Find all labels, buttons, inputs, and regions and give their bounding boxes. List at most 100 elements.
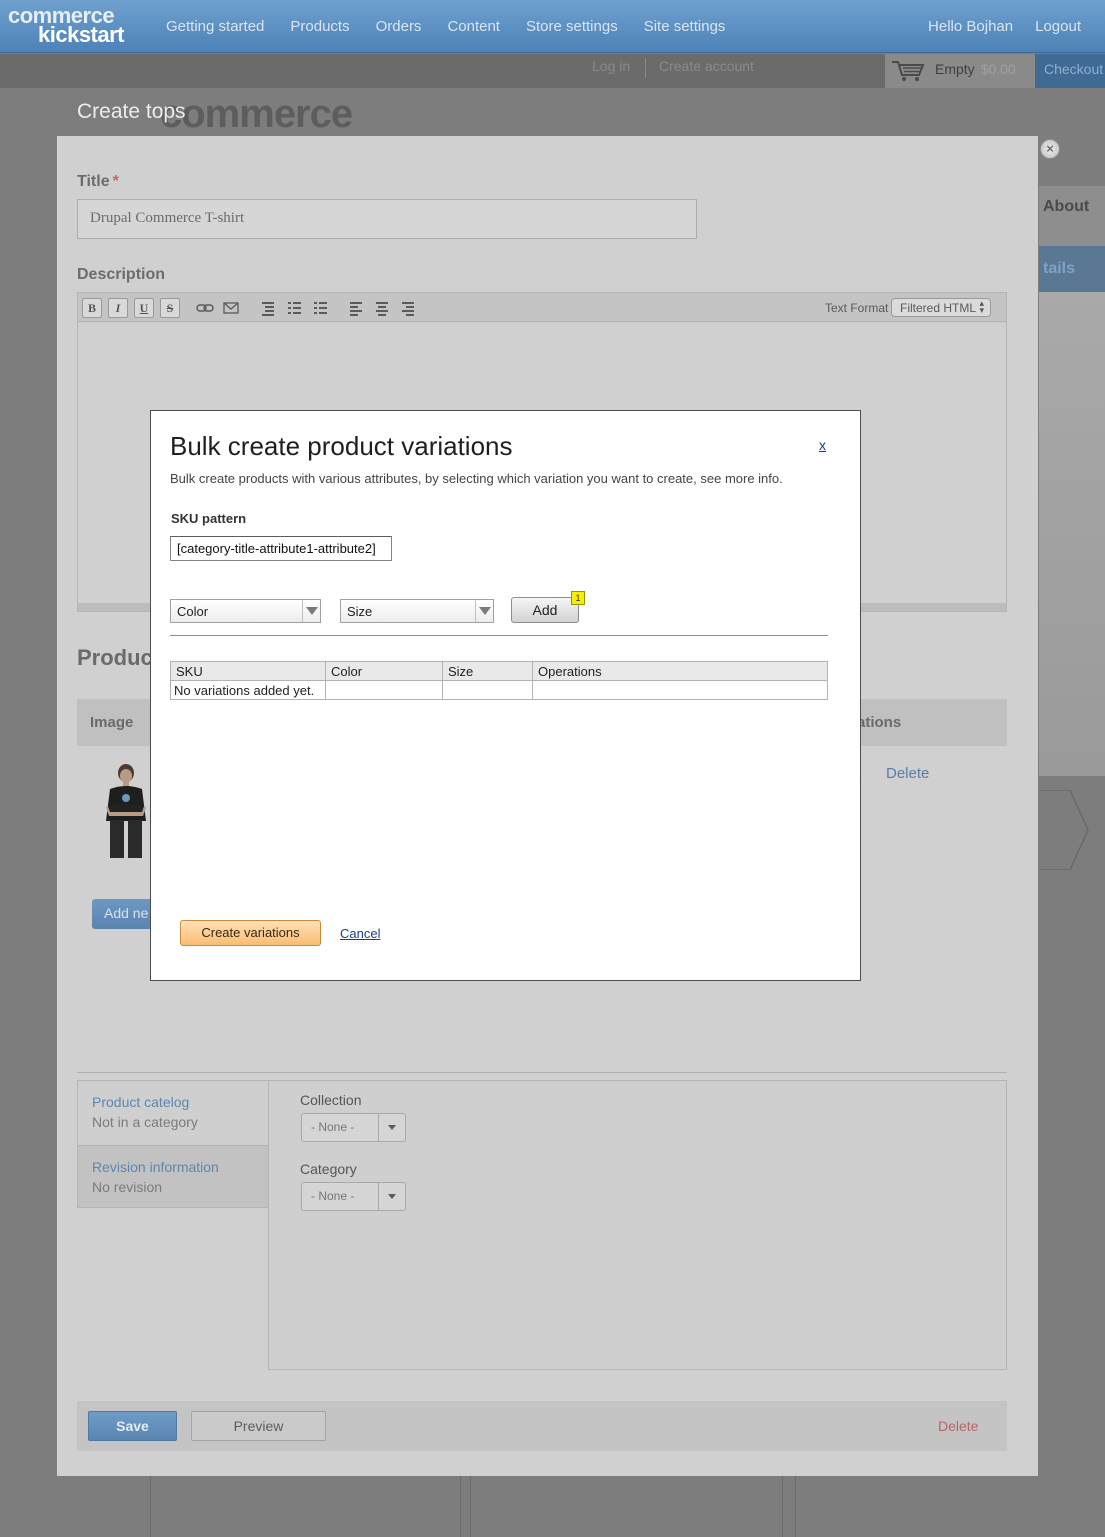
text-format-select[interactable]: Filtered HTML ▴ ▾ bbox=[891, 298, 991, 317]
numbered-list-icon[interactable] bbox=[310, 298, 330, 318]
cart-status: Empty bbox=[935, 61, 975, 77]
nav-store-settings[interactable]: Store settings bbox=[526, 18, 618, 35]
carousel-next-icon bbox=[1040, 790, 1089, 870]
site-logo: commerce bbox=[160, 92, 353, 136]
required-mark: * bbox=[112, 173, 119, 190]
vertical-tabs: Product catelog Not in a category Revisi… bbox=[77, 1080, 1007, 1370]
indent-icon[interactable] bbox=[258, 298, 278, 318]
cart-icon bbox=[892, 61, 925, 81]
products-heading: Produc bbox=[77, 645, 153, 670]
text-format-label: Text Format bbox=[825, 301, 889, 315]
underline-button[interactable]: U bbox=[134, 298, 154, 318]
attribute-1-value: Color bbox=[177, 604, 209, 619]
save-button[interactable]: Save bbox=[88, 1411, 177, 1441]
node-dialog-title: Create tops bbox=[77, 100, 186, 123]
category-select[interactable]: - None - bbox=[301, 1182, 406, 1211]
title-input[interactable]: Drupal Commerce T-shirt bbox=[77, 199, 697, 239]
logo-line-2: kickstart bbox=[38, 22, 125, 47]
variations-table: SKU Color Size Operations No variations … bbox=[170, 661, 828, 700]
cart-summary: Empty $0.00 bbox=[935, 61, 1016, 77]
nav-content[interactable]: Content bbox=[447, 18, 500, 35]
preview-button[interactable]: Preview bbox=[191, 1411, 326, 1441]
row-delete-link[interactable]: Delete bbox=[886, 765, 929, 782]
delete-link[interactable]: Delete bbox=[938, 1418, 978, 1434]
cancel-link[interactable]: Cancel bbox=[340, 926, 380, 941]
vtab-title: Revision information bbox=[92, 1159, 219, 1175]
align-left-icon[interactable] bbox=[346, 298, 366, 318]
bulk-create-dialog: Bulk create product variations x Bulk cr… bbox=[150, 410, 861, 981]
create-variations-button[interactable]: Create variations bbox=[180, 920, 321, 946]
add-new-product-button[interactable]: Add ne bbox=[92, 899, 152, 929]
logout-link[interactable]: Logout bbox=[1035, 18, 1081, 35]
bold-button[interactable]: B bbox=[82, 298, 102, 318]
admin-toolbar: commerce kickstart Getting started Produ… bbox=[0, 0, 1105, 53]
vtab-summary: No revision bbox=[92, 1179, 163, 1195]
category-label: Category bbox=[300, 1161, 357, 1177]
column-operations-header: ations bbox=[857, 714, 902, 731]
vtab-revision-information[interactable]: Revision information No revision bbox=[78, 1145, 270, 1209]
site-tab-details: tails bbox=[1043, 260, 1076, 277]
dialog-description: Bulk create products with various attrib… bbox=[170, 471, 783, 486]
product-thumbnail bbox=[106, 764, 146, 858]
vtab-product-catalog[interactable]: Product catelog Not in a category bbox=[78, 1081, 270, 1145]
nav-site-settings[interactable]: Site settings bbox=[644, 18, 726, 35]
nav-getting-started[interactable]: Getting started bbox=[166, 18, 264, 35]
site-footer-columns bbox=[150, 1476, 1050, 1537]
nav-orders[interactable]: Orders bbox=[376, 18, 422, 35]
table-cell bbox=[532, 680, 828, 700]
title-label: Title * bbox=[77, 173, 119, 191]
site-content-right: About tails bbox=[1039, 186, 1105, 776]
align-right-icon[interactable] bbox=[398, 298, 418, 318]
column-operations-header: Operations bbox=[532, 661, 828, 681]
column-color-header: Color bbox=[325, 661, 443, 681]
user-greeting-link[interactable]: Hello Bojhan bbox=[928, 18, 1013, 35]
attribute-1-select[interactable]: Color bbox=[170, 599, 321, 623]
toolbar-nav: Getting started Products Orders Content … bbox=[166, 18, 751, 35]
strikethrough-button[interactable]: S bbox=[160, 298, 180, 318]
italic-button[interactable]: I bbox=[108, 298, 128, 318]
email-icon[interactable] bbox=[221, 298, 241, 318]
column-sku-header: SKU bbox=[170, 661, 326, 681]
site-nav-about: About bbox=[1043, 198, 1090, 215]
nav-products[interactable]: Products bbox=[290, 18, 349, 35]
checkout-button[interactable]: Checkout bbox=[1035, 54, 1105, 88]
annotation-badge: 1 bbox=[571, 591, 585, 605]
collection-label: Collection bbox=[300, 1092, 362, 1108]
chevron-down-icon bbox=[302, 600, 320, 622]
sku-pattern-label: SKU pattern bbox=[171, 511, 247, 526]
mini-cart[interactable]: Empty $0.00 bbox=[885, 54, 1035, 88]
modal-close-icon[interactable]: × bbox=[1040, 139, 1060, 159]
commerce-kickstart-logo[interactable]: commerce kickstart bbox=[8, 5, 130, 47]
vertical-tab-pane: Collection - None - Category - None - bbox=[268, 1080, 1007, 1370]
table-row: No variations added yet. bbox=[170, 680, 828, 700]
vtab-title: Product catelog bbox=[92, 1094, 190, 1110]
attribute-2-value: Size bbox=[347, 604, 373, 619]
site-login-link[interactable]: Log in bbox=[592, 58, 630, 74]
vtab-summary: Not in a category bbox=[92, 1114, 198, 1130]
link-icon[interactable] bbox=[195, 298, 215, 318]
column-image-header: Image bbox=[90, 714, 134, 731]
table-cell bbox=[442, 680, 533, 700]
table-cell bbox=[325, 680, 443, 700]
bullet-list-icon[interactable] bbox=[284, 298, 304, 318]
align-center-icon[interactable] bbox=[372, 298, 392, 318]
attribute-2-select[interactable]: Size bbox=[340, 599, 494, 623]
sku-pattern-input[interactable]: [category-title-attribute1-attribute2] bbox=[170, 536, 392, 561]
header-divider bbox=[645, 58, 646, 78]
chevron-down-icon bbox=[378, 1114, 405, 1141]
divider bbox=[170, 635, 828, 636]
collection-value: - None - bbox=[311, 1120, 355, 1134]
updown-arrows-icon: ▴ ▾ bbox=[979, 298, 984, 315]
editor-toolbar: B I U S Text Format Filtered HTML ▴ ▾ bbox=[78, 293, 1006, 322]
description-label: Description bbox=[77, 266, 166, 283]
category-value: - None - bbox=[311, 1189, 355, 1203]
add-variation-button[interactable]: Add bbox=[511, 597, 579, 623]
column-size-header: Size bbox=[442, 661, 533, 681]
title-label-text: Title bbox=[77, 173, 110, 190]
chevron-down-icon bbox=[475, 600, 493, 622]
chevron-down-icon bbox=[378, 1183, 405, 1210]
site-create-account-link[interactable]: Create account bbox=[659, 58, 754, 74]
form-actions: Save Preview Delete bbox=[77, 1401, 1007, 1451]
dialog-close-link[interactable]: x bbox=[819, 437, 826, 453]
collection-select[interactable]: - None - bbox=[301, 1113, 406, 1142]
